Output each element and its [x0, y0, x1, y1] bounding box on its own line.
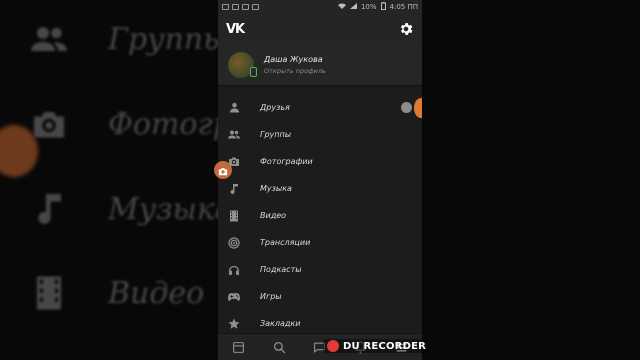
- menu-item-video[interactable]: Видео: [218, 202, 422, 229]
- orange-blob: [414, 98, 422, 118]
- status-left-icons: [222, 4, 259, 10]
- vk-logo: VK: [226, 21, 245, 37]
- notification-icon: [252, 4, 259, 10]
- recorder-watermark: DU RECORDER: [323, 339, 431, 353]
- recorder-floating-button[interactable]: [214, 161, 232, 179]
- menu-item-label: Подкасты: [260, 265, 302, 274]
- menu-item-label: Трансляции: [260, 238, 311, 247]
- recorder-label: DU RECORDER: [343, 340, 427, 352]
- status-right: 10% 4:05 ПП: [337, 2, 418, 12]
- battery-icon: [380, 2, 386, 12]
- record-icon: [327, 340, 339, 352]
- gamepad-icon: [228, 291, 240, 303]
- phone-screen: 10% 4:05 ПП VK Даша Жукова Открыть профи…: [218, 0, 422, 360]
- avatar[interactable]: [228, 51, 257, 78]
- app-bar: VK: [218, 14, 422, 44]
- notification-icon: [242, 4, 249, 10]
- battery-percent: 10%: [360, 3, 377, 11]
- menu-item-groups[interactable]: Группы: [218, 121, 422, 148]
- friends-badge: [401, 102, 412, 113]
- background-zoom-left: Группы Фотографи Музыка Видео: [0, 0, 218, 360]
- video-icon: [228, 210, 240, 222]
- menu-item-label: Закладки: [260, 319, 301, 328]
- menu-item-label: Фотографии: [260, 157, 313, 166]
- drawer-menu: Друзья Группы Фотографии Музыка Видео Тр…: [218, 94, 422, 337]
- wifi-icon: [337, 3, 346, 11]
- open-profile-link[interactable]: Открыть профиль: [264, 67, 326, 75]
- menu-item-label: Игры: [260, 292, 282, 301]
- menu-item-music[interactable]: Музыка: [218, 175, 422, 202]
- camera-icon: [218, 161, 228, 180]
- gear-icon[interactable]: [398, 21, 414, 37]
- menu-item-podcasts[interactable]: Подкасты: [218, 256, 422, 283]
- menu-item-broadcasts[interactable]: Трансляции: [218, 229, 422, 256]
- clock: 4:05 ПП: [389, 3, 418, 11]
- background-zoom-right: [422, 0, 640, 360]
- news-icon[interactable]: [231, 340, 245, 354]
- star-icon: [228, 318, 240, 330]
- broadcast-icon: [228, 236, 240, 249]
- menu-item-friends[interactable]: Друзья: [218, 94, 422, 121]
- profile-header[interactable]: Даша Жукова Открыть профиль: [218, 44, 422, 86]
- menu-item-games[interactable]: Игры: [218, 283, 422, 310]
- status-bar: 10% 4:05 ПП: [218, 0, 422, 14]
- menu-item-photos[interactable]: Фотографии: [218, 148, 422, 175]
- search-icon[interactable]: [272, 340, 286, 354]
- background-dim: [422, 0, 640, 360]
- background-dim: [0, 0, 218, 360]
- headphones-icon: [228, 264, 240, 276]
- menu-item-label: Видео: [260, 211, 287, 220]
- person-icon: [228, 102, 240, 114]
- groups-icon: [228, 129, 240, 141]
- signal-icon: [349, 3, 357, 11]
- online-mobile-badge: [250, 66, 257, 77]
- menu-item-label: Музыка: [260, 184, 292, 193]
- profile-text: Даша Жукова Открыть профиль: [264, 55, 326, 75]
- profile-name: Даша Жукова: [264, 54, 323, 64]
- menu-item-label: Группы: [260, 130, 292, 139]
- notification-icon: [222, 4, 229, 10]
- menu-item-label: Друзья: [260, 103, 290, 112]
- notification-icon: [232, 4, 239, 10]
- music-icon: [228, 183, 240, 195]
